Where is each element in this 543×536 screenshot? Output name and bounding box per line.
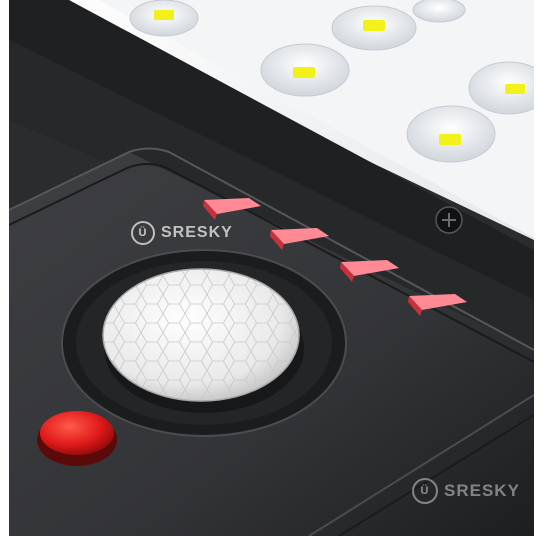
pir-sensor-dome: [102, 268, 300, 402]
led-lens: [406, 105, 496, 163]
led-lens: [129, 0, 199, 37]
sresky-logo-icon: Ü: [412, 478, 438, 504]
led-lens: [260, 43, 350, 97]
product-photo: Ü SRESKY Ü SRESKY: [9, 0, 534, 536]
sresky-logo-icon: Ü: [131, 221, 155, 245]
led-lens: [331, 5, 417, 51]
watermark-text: SRESKY: [161, 224, 233, 241]
watermark-text: SRESKY: [444, 481, 520, 500]
lamp-illustration: [9, 0, 534, 536]
screw-icon: [435, 206, 463, 234]
watermark-logo-top: Ü SRESKY: [131, 221, 233, 245]
red-power-button[interactable]: [37, 411, 117, 466]
watermark-logo-bottom: Ü SRESKY: [412, 478, 520, 504]
led-lens: [412, 0, 466, 23]
